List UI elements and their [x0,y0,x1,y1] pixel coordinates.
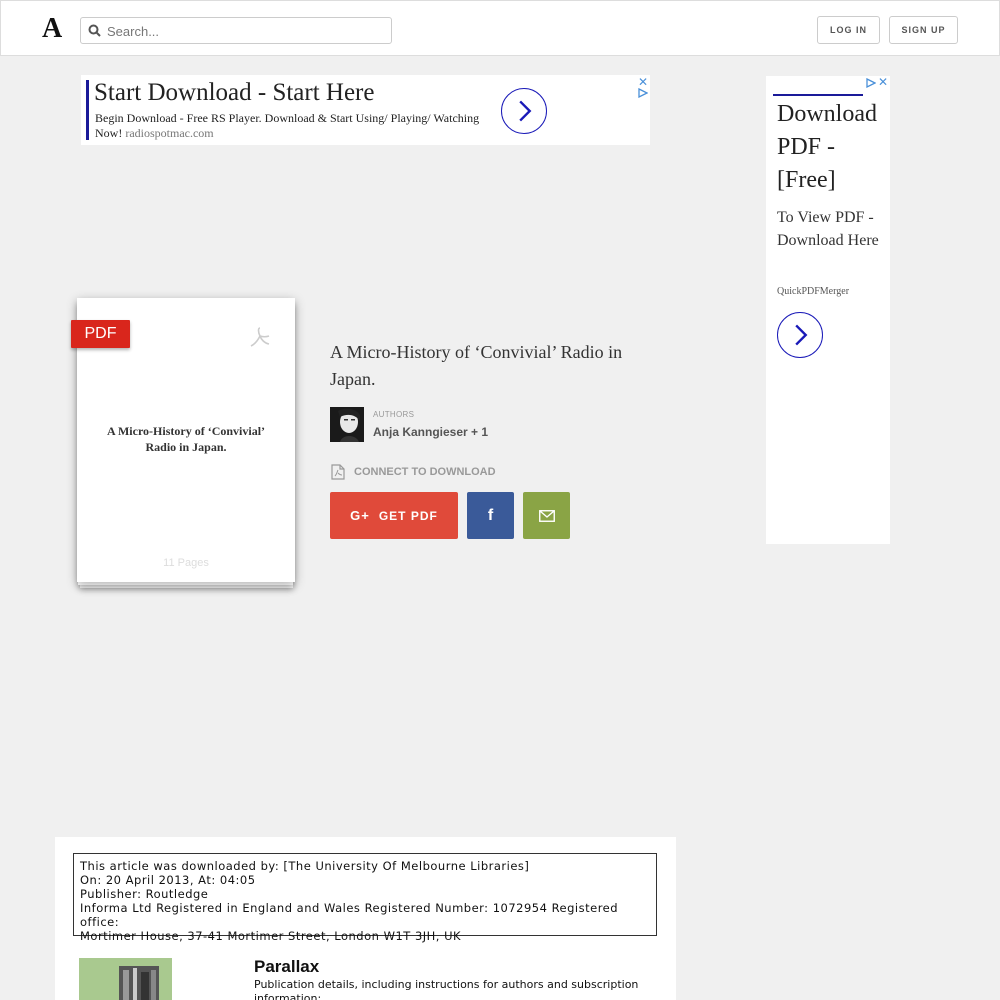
ad-arrow-icon[interactable] [501,88,547,134]
ad-title[interactable]: Start Download - Start Here [94,79,374,107]
ad-description: Begin Download - Free RS Player. Downloa… [95,111,485,141]
journal-cover-image [79,958,172,1000]
ad-close-icon[interactable]: ✕ [878,75,888,89]
download-notice: This article was downloaded by: [The Uni… [73,853,657,943]
top-navbar: A LOG IN SIGN UP [0,0,1000,56]
journal-cover-graphic [79,958,172,1000]
pdf-badge: PDF [71,320,130,348]
journal-title: Parallax [254,957,320,976]
login-button[interactable]: LOG IN [817,16,880,44]
google-plus-icon: G+ [350,508,370,523]
site-logo[interactable]: A [42,13,62,45]
ad-banner-top[interactable]: Start Download - Start Here Begin Downlo… [81,75,650,145]
notice-line: Informa Ltd Registered in England and Wa… [80,901,619,929]
email-button[interactable] [523,492,570,539]
notice-line: On: 20 April 2013, At: 04:05 [80,873,256,887]
connect-to-download: CONNECT TO DOWNLOAD [331,463,496,481]
facebook-icon: f [487,506,494,524]
ad-accent-line [773,94,863,96]
search-icon [88,24,101,37]
document-preview: This article was downloaded by: [The Uni… [55,837,676,1000]
journal-description: Publication details, including instructi… [254,978,639,1000]
get-pdf-google-button[interactable]: G+ GET PDF [330,492,458,539]
notice-line: Publisher: Routledge [80,887,209,901]
notice-line: This article was downloaded by: [The Uni… [80,859,530,873]
adchoices-icon[interactable] [866,78,876,88]
search-box[interactable] [80,17,392,44]
ad-close-icon[interactable]: ✕ [638,75,648,89]
notice-line: Mortimer House, 37-41 Mortimer Street, L… [80,929,462,943]
adchoices-icon[interactable] [638,88,648,98]
authors-label: AUTHORS [373,410,415,419]
thumbnail-title: A Micro-History of ‘Convivial’ Radio in … [106,424,266,454]
facebook-button[interactable]: f [467,492,514,539]
signup-button[interactable]: SIGN UP [889,16,958,44]
connect-label: CONNECT TO DOWNLOAD [354,466,496,478]
author-avatar[interactable] [330,407,364,442]
email-icon [538,509,555,522]
avatar-image [330,407,364,442]
ad-side-description: To View PDF - Download Here [777,209,879,249]
pdf-file-icon [331,464,345,480]
ad-banner-side[interactable]: ✕ Download PDF - [Free] To View PDF - Do… [766,75,890,544]
page-count: 11 Pages [163,557,209,569]
ad-site[interactable]: radiospotmac.com [125,126,213,140]
acrobat-icon [250,327,270,347]
ad-accent-bar [86,80,89,140]
ad-side-title[interactable]: Download PDF - [Free] [777,98,887,197]
search-input[interactable] [107,21,387,41]
ad-side-site[interactable]: QuickPDFMerger [777,286,849,297]
document-title: A Micro-History of ‘Convivial’ Radio in … [330,342,623,389]
ad-arrow-icon[interactable] [777,312,823,358]
get-pdf-label: GET PDF [378,508,438,523]
authors-name[interactable]: Anja Kanngieser + 1 [373,425,488,439]
